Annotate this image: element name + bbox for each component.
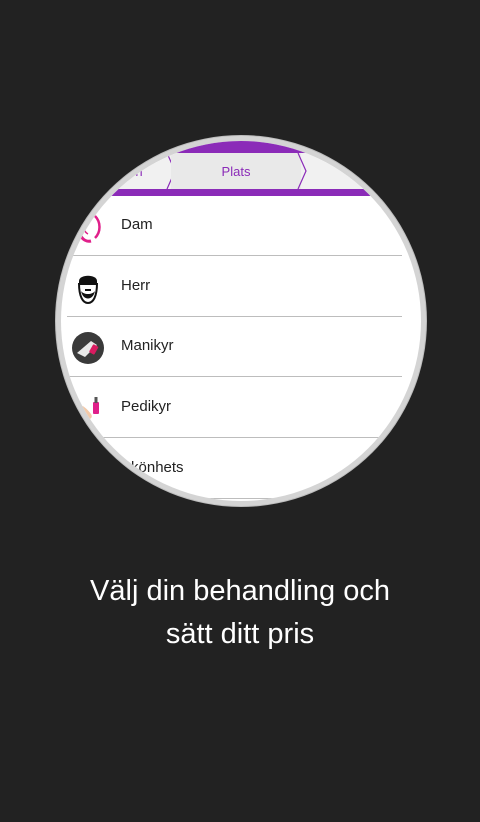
step-current[interactable]: Plats (171, 153, 301, 189)
step-underline (61, 189, 421, 196)
step-previous[interactable]: ption (91, 153, 166, 189)
divider (67, 498, 402, 499)
list-item-skonhets[interactable]: Skönhets (61, 439, 421, 499)
step-breadcrumb: ption Plats (61, 153, 421, 196)
caption-line-2: sätt ditt pris (165, 618, 315, 650)
magnifier-lens: ption Plats Dam Herr Manikyr Pedikyr Skö… (56, 136, 426, 506)
step-previous-label: ption (114, 163, 143, 179)
app-top-bar (61, 141, 421, 153)
divider (67, 437, 402, 438)
onboarding-caption: Välj din behandling och sätt ditt pris (0, 570, 480, 656)
app-preview: ption Plats Dam Herr Manikyr Pedikyr Skö… (61, 141, 421, 501)
list-item-label: Dam (121, 216, 153, 233)
list-item-label: Skönhets (121, 459, 184, 476)
divider (67, 376, 402, 377)
list-item-pedikyr[interactable]: Pedikyr (61, 378, 421, 438)
list-item-dam[interactable]: Dam (61, 196, 421, 256)
list-item-herr[interactable]: Herr (61, 257, 421, 317)
step-next[interactable] (306, 153, 386, 189)
divider (67, 255, 402, 256)
list-item-label: Pedikyr (121, 398, 172, 415)
list-item-label: Herr (121, 277, 151, 294)
list-item-label: Manikyr (121, 337, 174, 354)
caption-line-1: Välj din behandling och (90, 575, 390, 607)
list-item-manikyr[interactable]: Manikyr (61, 317, 421, 377)
bearded-man-icon (78, 275, 98, 305)
nail-polish-hand-icon (72, 332, 104, 364)
foot-polish-icon (72, 397, 99, 421)
step-current-label: Plats (221, 163, 251, 179)
woman-hair-icon (77, 211, 101, 243)
